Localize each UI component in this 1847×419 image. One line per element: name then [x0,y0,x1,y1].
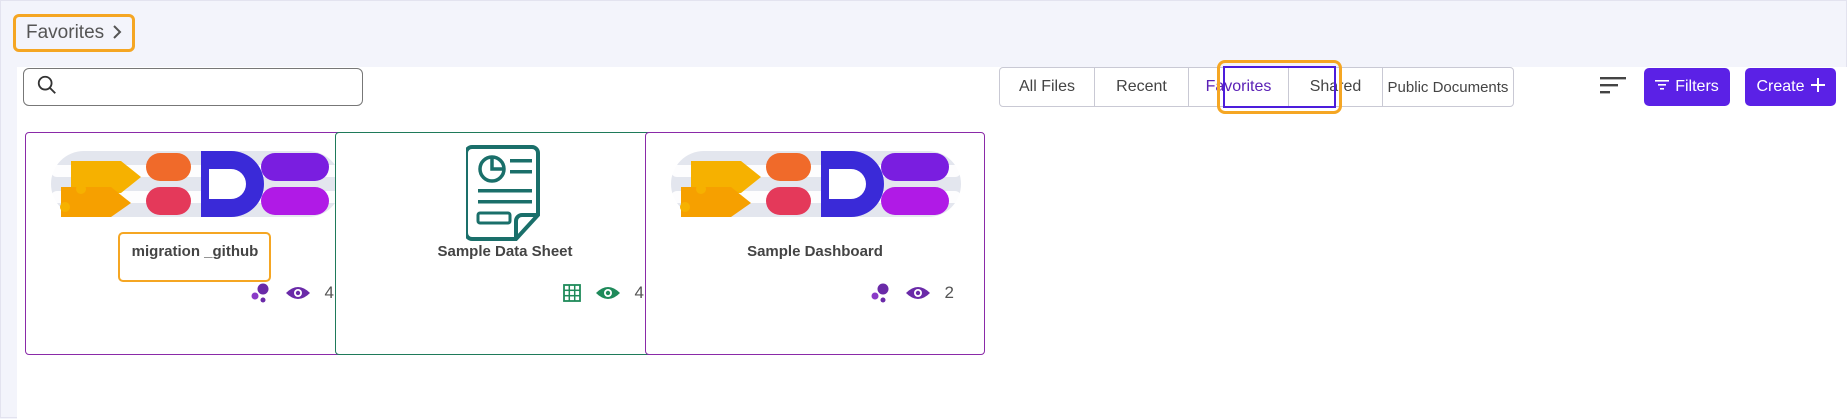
file-meta: 2 [869,283,954,303]
tab-label: All Files [1018,78,1075,95]
tab-shared[interactable]: Shared [1289,68,1383,106]
eye-icon [905,285,931,301]
file-tabs: All Files Recent Favorites Shared Public… [999,67,1514,107]
file-card[interactable]: Sample Data Sheet 4 [335,132,675,355]
create-button[interactable]: Create [1745,68,1836,106]
breadcrumb[interactable]: Favorites [13,14,136,52]
sort-icon [1600,75,1626,100]
filters-button[interactable]: Filters [1644,68,1730,106]
eye-icon [595,285,621,301]
filter-icon [1655,78,1670,96]
view-count: 4 [634,283,644,302]
eye-icon [285,285,311,301]
tab-label: Shared [1309,78,1362,95]
chevron-right-icon [112,23,122,44]
flow-dots-icon [869,283,891,303]
main-content: All Files Recent Favorites Shared Public… [17,60,1847,419]
sort-button[interactable] [1599,74,1627,100]
plus-icon [1810,77,1825,97]
breadcrumb-label: Favorites [26,22,105,43]
file-thumbnail-logo [671,147,961,221]
view-count: 2 [944,283,954,302]
file-title: Sample Data Sheet [437,243,573,260]
file-card[interactable]: Sample Dashboard 2 [645,132,985,355]
flow-dots-icon [249,283,271,303]
filters-label: Filters [1675,78,1719,95]
datasheet-document-icon [466,145,540,241]
create-label: Create [1756,78,1805,95]
view-count: 4 [324,283,334,302]
tab-label: Recent [1116,78,1167,95]
tab-label: Favorites [1205,78,1272,95]
tab-all-files[interactable]: All Files [1000,68,1095,106]
file-meta: 4 [562,283,644,303]
tab-recent[interactable]: Recent [1095,68,1189,106]
file-card[interactable]: migration _github 4 [25,132,365,355]
tab-favorites[interactable]: Favorites [1189,68,1289,106]
file-title: Sample Dashboard [747,243,883,260]
file-meta: 4 [249,283,334,303]
search-input[interactable] [66,77,362,97]
file-thumbnail-logo [51,147,341,221]
tab-public-documents[interactable]: Public Documents [1383,68,1513,106]
search-box[interactable] [23,68,363,106]
grid-icon [562,284,581,302]
tab-label: Public Documents [1387,78,1509,96]
search-icon [36,74,58,101]
file-title: migration _github [131,243,259,260]
